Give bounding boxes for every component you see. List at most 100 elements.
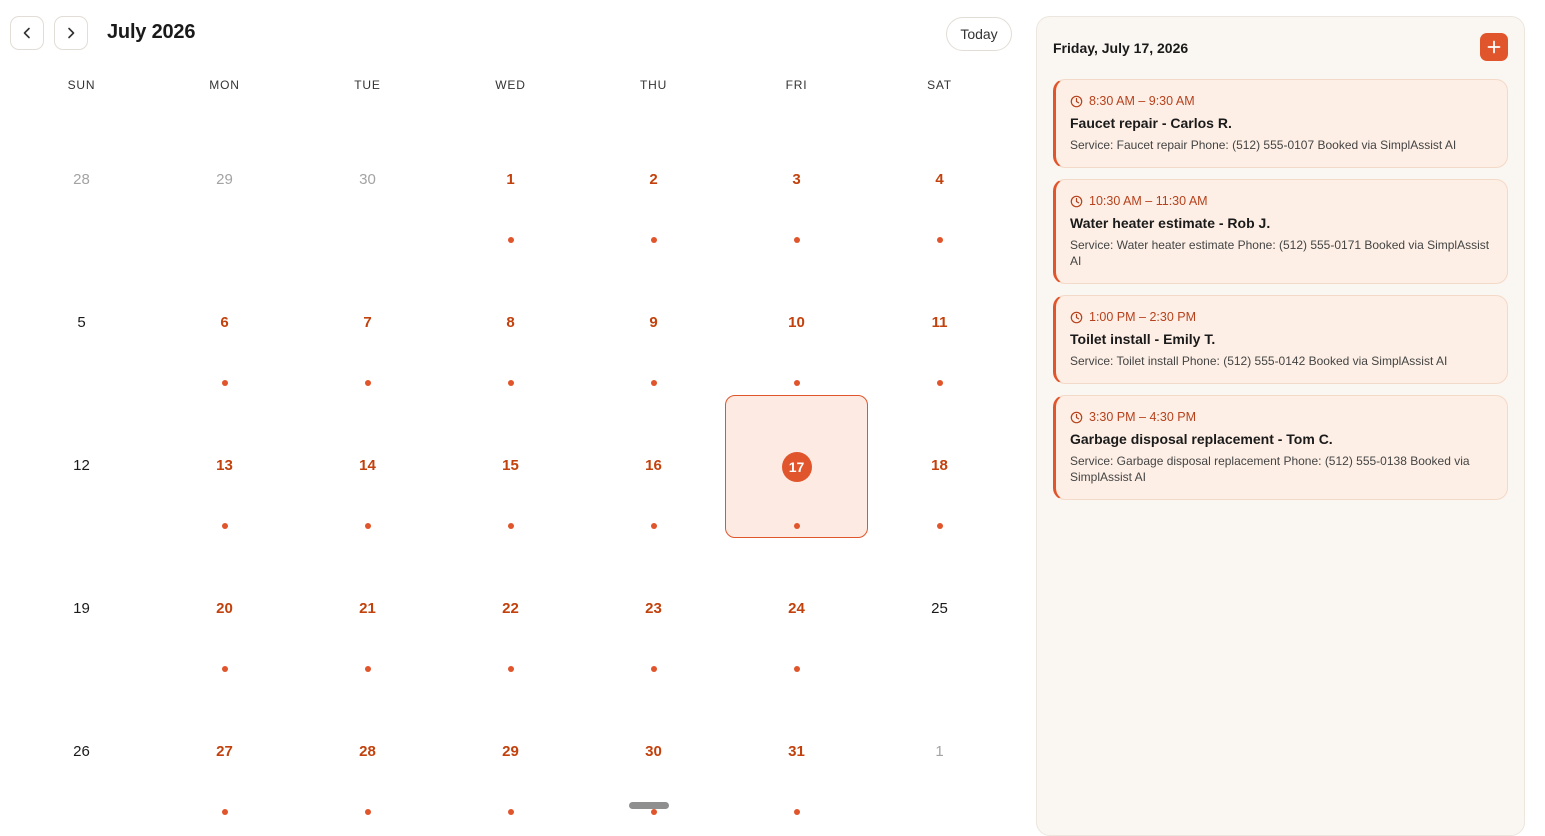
event-indicator-dot	[936, 523, 943, 529]
weekday-label: WED	[495, 78, 526, 92]
day-cell[interactable]: 29	[153, 109, 296, 252]
event-indicator-dot	[507, 666, 514, 672]
event-indicator-dot	[936, 237, 943, 243]
day-detail-panel: Friday, July 17, 2026 8:30 AM – 9:30 AM F…	[1036, 16, 1525, 836]
day-number: 18	[931, 457, 948, 474]
day-cell[interactable]: 28	[10, 109, 153, 252]
event-card[interactable]: 3:30 PM – 4:30 PM Garbage disposal replac…	[1053, 395, 1508, 500]
selected-date-heading: Friday, July 17, 2026	[1053, 40, 1189, 56]
event-card[interactable]: 8:30 AM – 9:30 AM Faucet repair - Carlos …	[1053, 79, 1508, 168]
event-time-row: 3:30 PM – 4:30 PM	[1070, 409, 1493, 425]
day-number: 9	[649, 314, 658, 331]
day-cell[interactable]: 25	[868, 538, 1011, 681]
day-cell[interactable]: 11	[868, 252, 1011, 395]
event-indicator-dot	[793, 666, 800, 672]
weekday-label: FRI	[785, 78, 808, 92]
selected-day-indicator: 17	[781, 452, 812, 482]
day-number: 23	[645, 600, 662, 617]
day-cell[interactable]: 23	[582, 538, 725, 681]
day-cell[interactable]: 16	[582, 395, 725, 538]
day-number: 1	[506, 171, 515, 188]
scroll-handle[interactable]	[629, 802, 669, 809]
event-indicator-dot	[650, 523, 657, 529]
day-cell[interactable]: 21	[296, 538, 439, 681]
plus-icon	[1487, 40, 1501, 54]
day-number: 8	[506, 314, 515, 331]
day-cell[interactable]: 24	[725, 538, 868, 681]
day-cell[interactable]: 3	[725, 109, 868, 252]
day-cell[interactable]: 14	[296, 395, 439, 538]
day-number: 21	[359, 600, 376, 617]
next-month-button[interactable]	[54, 16, 88, 50]
day-cell[interactable]: 4	[868, 109, 1011, 252]
event-indicator-dot	[793, 523, 800, 529]
event-indicator-dot	[364, 809, 371, 815]
day-number: 7	[363, 314, 372, 331]
today-button[interactable]: Today	[946, 17, 1012, 51]
day-cell[interactable]: 7	[296, 252, 439, 395]
day-cell[interactable]: 12	[10, 395, 153, 538]
day-cell[interactable]: 27	[153, 681, 296, 824]
day-cell[interactable]: 30	[296, 109, 439, 252]
add-event-button[interactable]	[1480, 33, 1508, 61]
day-cell[interactable]: 28	[296, 681, 439, 824]
day-number: 10	[788, 314, 805, 331]
day-cell[interactable]: 13	[153, 395, 296, 538]
day-cell[interactable]: 29	[439, 681, 582, 824]
event-indicator-dot	[650, 380, 657, 386]
event-title: Toilet install - Emily T.	[1070, 331, 1216, 347]
weekday-label: THU	[639, 78, 668, 92]
day-cell[interactable]: 8	[439, 252, 582, 395]
day-number: 26	[73, 743, 90, 760]
day-cell[interactable]: 2	[582, 109, 725, 252]
weekday-label: TUE	[354, 78, 381, 92]
event-time: 1:00 PM – 2:30 PM	[1089, 310, 1197, 324]
event-indicator-dot	[364, 523, 371, 529]
day-number: 28	[73, 171, 90, 188]
event-indicator-dot	[650, 666, 657, 672]
event-indicator-dot	[793, 380, 800, 386]
day-number: 2	[649, 171, 658, 188]
weekday-label: SUN	[67, 78, 96, 92]
event-indicator-dot	[221, 380, 228, 386]
clock-icon	[1070, 311, 1083, 323]
day-number: 19	[73, 600, 90, 617]
event-time-row: 8:30 AM – 9:30 AM	[1070, 93, 1493, 109]
day-cell[interactable]: 31	[725, 681, 868, 824]
day-cell[interactable]: 19	[10, 538, 153, 681]
day-number: 28	[359, 743, 376, 760]
day-cell[interactable]: 6	[153, 252, 296, 395]
day-cell[interactable]: 9	[582, 252, 725, 395]
day-cell[interactable]: 26	[10, 681, 153, 824]
day-number: 13	[216, 457, 233, 474]
day-number: 3	[792, 171, 801, 188]
event-card[interactable]: 1:00 PM – 2:30 PM Toilet install - Emily …	[1053, 295, 1508, 384]
day-cell[interactable]: 18	[868, 395, 1011, 538]
day-cell[interactable]: 10	[725, 252, 868, 395]
day-cell[interactable]: 15	[439, 395, 582, 538]
prev-month-button[interactable]	[10, 16, 44, 50]
event-indicator-dot	[793, 237, 800, 243]
event-indicator-dot	[221, 809, 228, 815]
day-cell[interactable]: 1	[868, 681, 1011, 824]
event-time-row: 10:30 AM – 11:30 AM	[1070, 193, 1493, 209]
day-number: 1	[935, 743, 944, 760]
weekday-label: SAT	[927, 78, 952, 92]
event-time: 3:30 PM – 4:30 PM	[1089, 410, 1197, 424]
day-cell[interactable]: 5	[10, 252, 153, 395]
day-number: 25	[931, 600, 948, 617]
event-card[interactable]: 10:30 AM – 11:30 AM Water heater estimate…	[1053, 179, 1508, 284]
day-cell-selected[interactable]: 17	[725, 395, 868, 538]
day-number: 11	[931, 314, 948, 331]
day-cell[interactable]: 22	[439, 538, 582, 681]
event-indicator-dot	[650, 809, 657, 815]
day-number: 6	[220, 314, 229, 331]
event-indicator-dot	[364, 666, 371, 672]
day-number: 31	[788, 743, 805, 760]
month-title: July 2026	[107, 21, 196, 43]
event-time: 8:30 AM – 9:30 AM	[1089, 94, 1195, 108]
day-number: 14	[359, 457, 376, 474]
day-cell[interactable]: 1	[439, 109, 582, 252]
day-cell[interactable]: 20	[153, 538, 296, 681]
event-indicator-dot	[936, 380, 943, 386]
